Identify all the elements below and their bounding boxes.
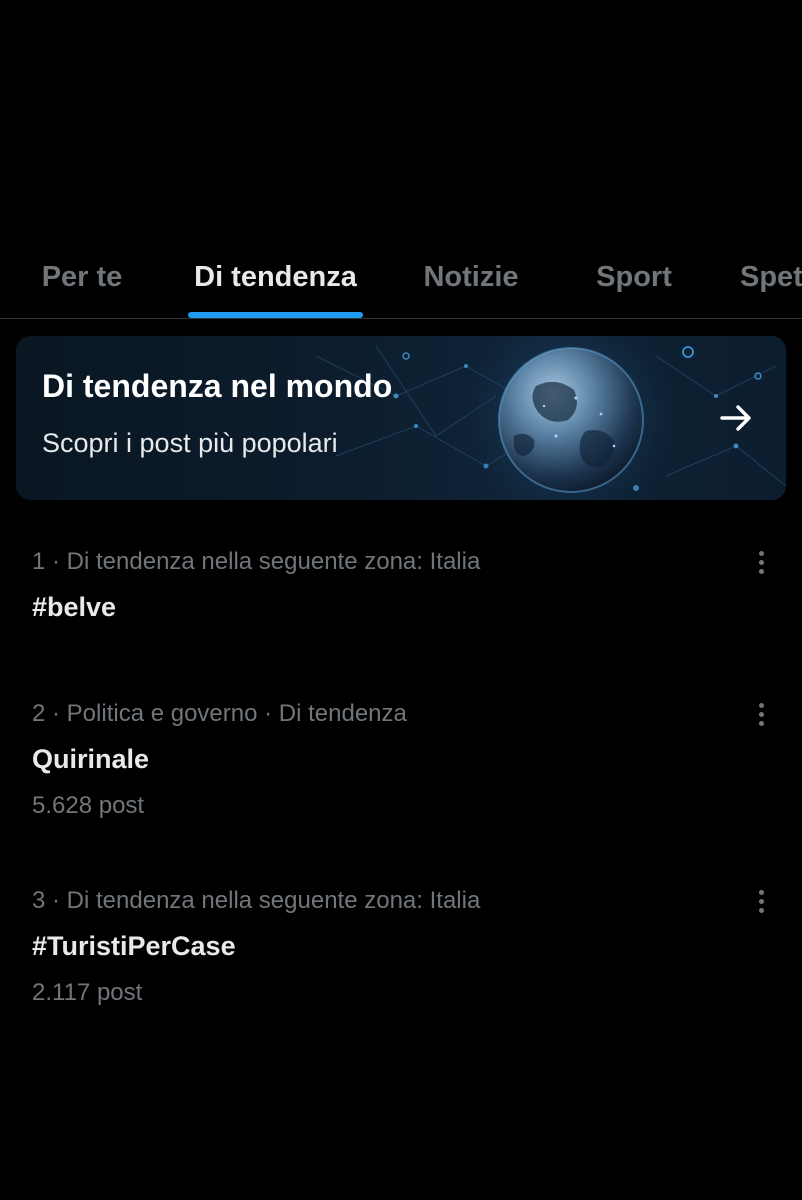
trend-context: 3 · Di tendenza nella seguente zona: Ita… <box>32 887 481 914</box>
tab-per-te[interactable]: Per te <box>26 236 138 318</box>
banner-subtitle: Scopri i post più popolari <box>42 428 338 458</box>
explore-tabs: Per te Di tendenza Notizie Sport Spet <box>0 236 802 319</box>
trend-name: #belve <box>32 592 117 622</box>
tab-label: Spet <box>740 260 802 293</box>
tab-notizie[interactable]: Notizie <box>408 236 534 318</box>
tab-sport[interactable]: Sport <box>580 236 688 318</box>
trend-item[interactable]: 2 · Politica e governo · Di tendenza Qui… <box>0 700 802 830</box>
trend-context: 1 · Di tendenza nella seguente zona: Ita… <box>32 548 481 575</box>
trending-worldwide-banner[interactable]: Di tendenza nel mondo Scopri i post più … <box>16 336 786 500</box>
more-options-icon[interactable] <box>746 696 776 732</box>
more-options-icon[interactable] <box>746 544 776 580</box>
trend-item[interactable]: 3 · Di tendenza nella seguente zona: Ita… <box>0 887 802 1017</box>
tab-label: Notizie <box>423 260 519 293</box>
more-options-icon[interactable] <box>746 883 776 919</box>
trend-post-count: 2.117 post <box>32 979 143 1006</box>
active-tab-indicator <box>188 312 363 318</box>
tab-di-tendenza[interactable]: Di tendenza <box>188 236 363 318</box>
tab-label: Di tendenza <box>194 260 357 293</box>
globe-banner-image <box>315 336 786 500</box>
tab-label: Sport <box>596 260 672 293</box>
tab-label: Per te <box>41 260 123 293</box>
trend-name: Quirinale <box>32 744 150 774</box>
banner-title: Di tendenza nel mondo <box>42 368 393 404</box>
trend-item[interactable]: 1 · Di tendenza nella seguente zona: Ita… <box>0 548 802 648</box>
trend-name: #TuristiPerCase <box>32 931 236 961</box>
arrow-right-icon[interactable] <box>716 398 756 438</box>
trend-post-count: 5.628 post <box>32 792 145 819</box>
trend-context: 2 · Politica e governo · Di tendenza <box>32 700 407 727</box>
tab-spettacolo[interactable]: Spet <box>740 236 802 318</box>
